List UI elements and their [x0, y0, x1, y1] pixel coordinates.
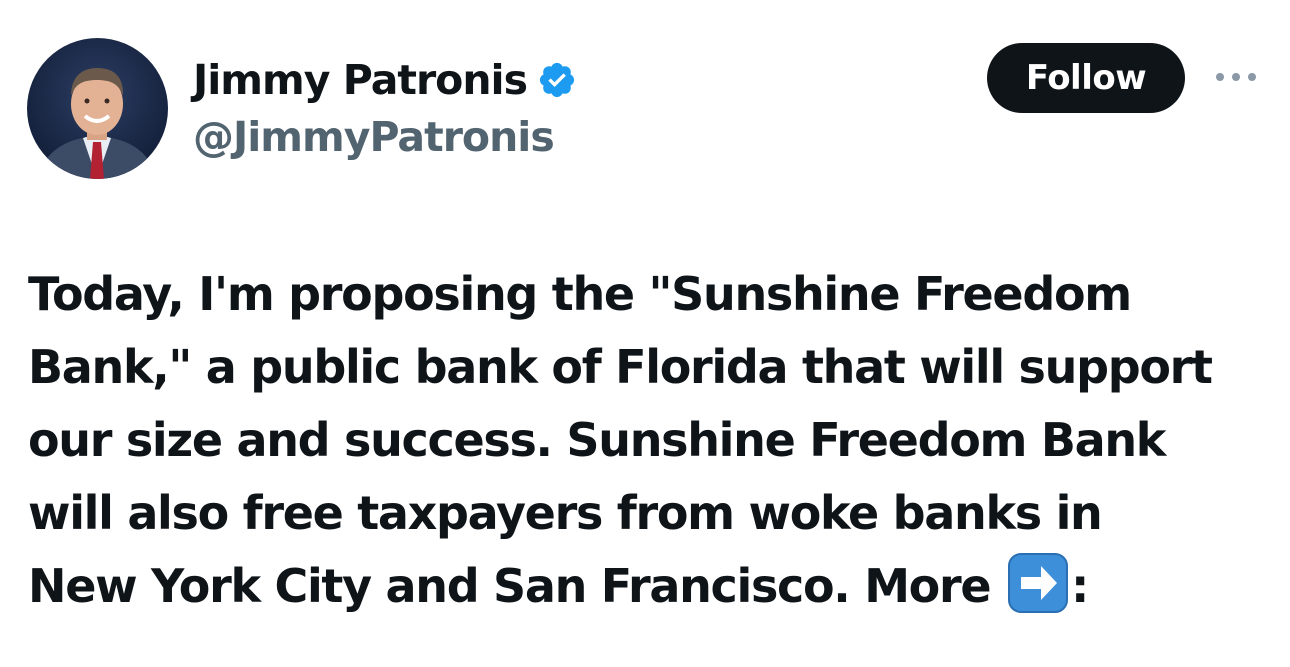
tweet-trailing-colon: : — [1070, 559, 1089, 613]
author-handle[interactable]: @JimmyPatronis — [193, 113, 555, 161]
verified-badge-icon[interactable] — [537, 60, 577, 100]
tweet-text-line-last: New York City and San Francisco. More : — [28, 550, 1278, 623]
tweet-text: Today, I'm proposing the "Sunshine Freed… — [28, 258, 1278, 623]
more-horizontal-icon[interactable] — [1212, 64, 1260, 90]
avatar[interactable] — [27, 38, 168, 179]
tweet-text-line: New York City and San Francisco. More — [28, 559, 992, 613]
author-name-row: Jimmy Patronis — [193, 50, 577, 110]
avatar-image — [27, 38, 168, 179]
tweet-text-line: Today, I'm proposing the "Sunshine Freed… — [28, 267, 1132, 321]
tweet-text-line: Bank," a public bank of Florida that wil… — [28, 340, 1213, 394]
right-arrow-emoji-icon — [1007, 552, 1069, 614]
tweet-text-line: our size and success. Sunshine Freedom B… — [28, 413, 1166, 467]
tweet-text-line: will also free taxpayers from woke banks… — [28, 486, 1103, 540]
tweet-card: Jimmy Patronis @JimmyPatronis Follow Tod… — [0, 0, 1290, 667]
follow-button[interactable]: Follow — [987, 43, 1185, 113]
author-display-name[interactable]: Jimmy Patronis — [193, 56, 528, 104]
